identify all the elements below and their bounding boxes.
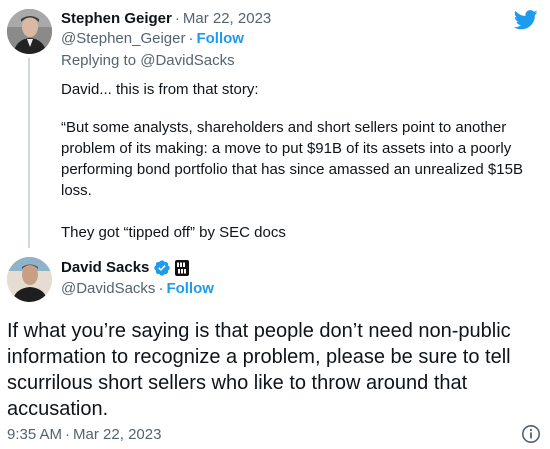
tweet-text: If what you’re saying is that people don…	[7, 320, 511, 420]
reply-author-row: Stephen Geiger · Mar 22, 2023	[61, 9, 271, 28]
replying-to: Replying to @DavidSacks	[61, 51, 235, 70]
main-author-row: David Sacks	[61, 258, 190, 278]
reply-text-line: David... this is from that story:	[61, 81, 259, 98]
thread-line	[28, 58, 30, 248]
separator-dot: ·	[158, 280, 164, 297]
follow-button[interactable]: Follow	[166, 280, 214, 297]
separator-dot: ·	[65, 426, 71, 443]
author-name[interactable]: Stephen Geiger	[61, 10, 172, 27]
author-name[interactable]: David Sacks	[61, 258, 149, 278]
author-handle[interactable]: @Stephen_Geiger	[61, 30, 185, 47]
info-icon[interactable]	[521, 424, 541, 444]
tweet-date: Mar 22, 2023	[73, 426, 162, 443]
reply-tweet: Stephen Geiger · Mar 22, 2023 @Stephen_Gei…	[0, 0, 550, 250]
tweet-time: 9:35 AM	[7, 426, 63, 443]
replying-to-handle[interactable]: @DavidSacks	[140, 52, 234, 69]
tweet-date[interactable]: Mar 22, 2023	[183, 10, 271, 27]
separator-dot: ·	[188, 30, 194, 47]
follow-button[interactable]: Follow	[196, 30, 244, 47]
reply-text-quote: “But some analysts, shareholders and sho…	[61, 119, 523, 199]
avatar[interactable]	[7, 9, 52, 54]
replying-to-label: Replying to	[61, 52, 141, 69]
author-handle[interactable]: @DavidSacks	[61, 280, 155, 297]
main-handle-row: @DavidSacks · Follow	[61, 279, 214, 298]
all-in-affiliate-badge[interactable]	[175, 260, 190, 276]
separator-dot: ·	[174, 10, 180, 27]
reply-text-line: They got “tipped off” by SEC docs	[61, 224, 286, 241]
verified-badge-icon	[154, 260, 171, 276]
tweet-timestamp[interactable]: 9:35 AM · Mar 22, 2023	[7, 425, 161, 444]
avatar[interactable]	[7, 257, 52, 302]
reply-handle-row: @Stephen_Geiger · Follow	[61, 29, 244, 48]
